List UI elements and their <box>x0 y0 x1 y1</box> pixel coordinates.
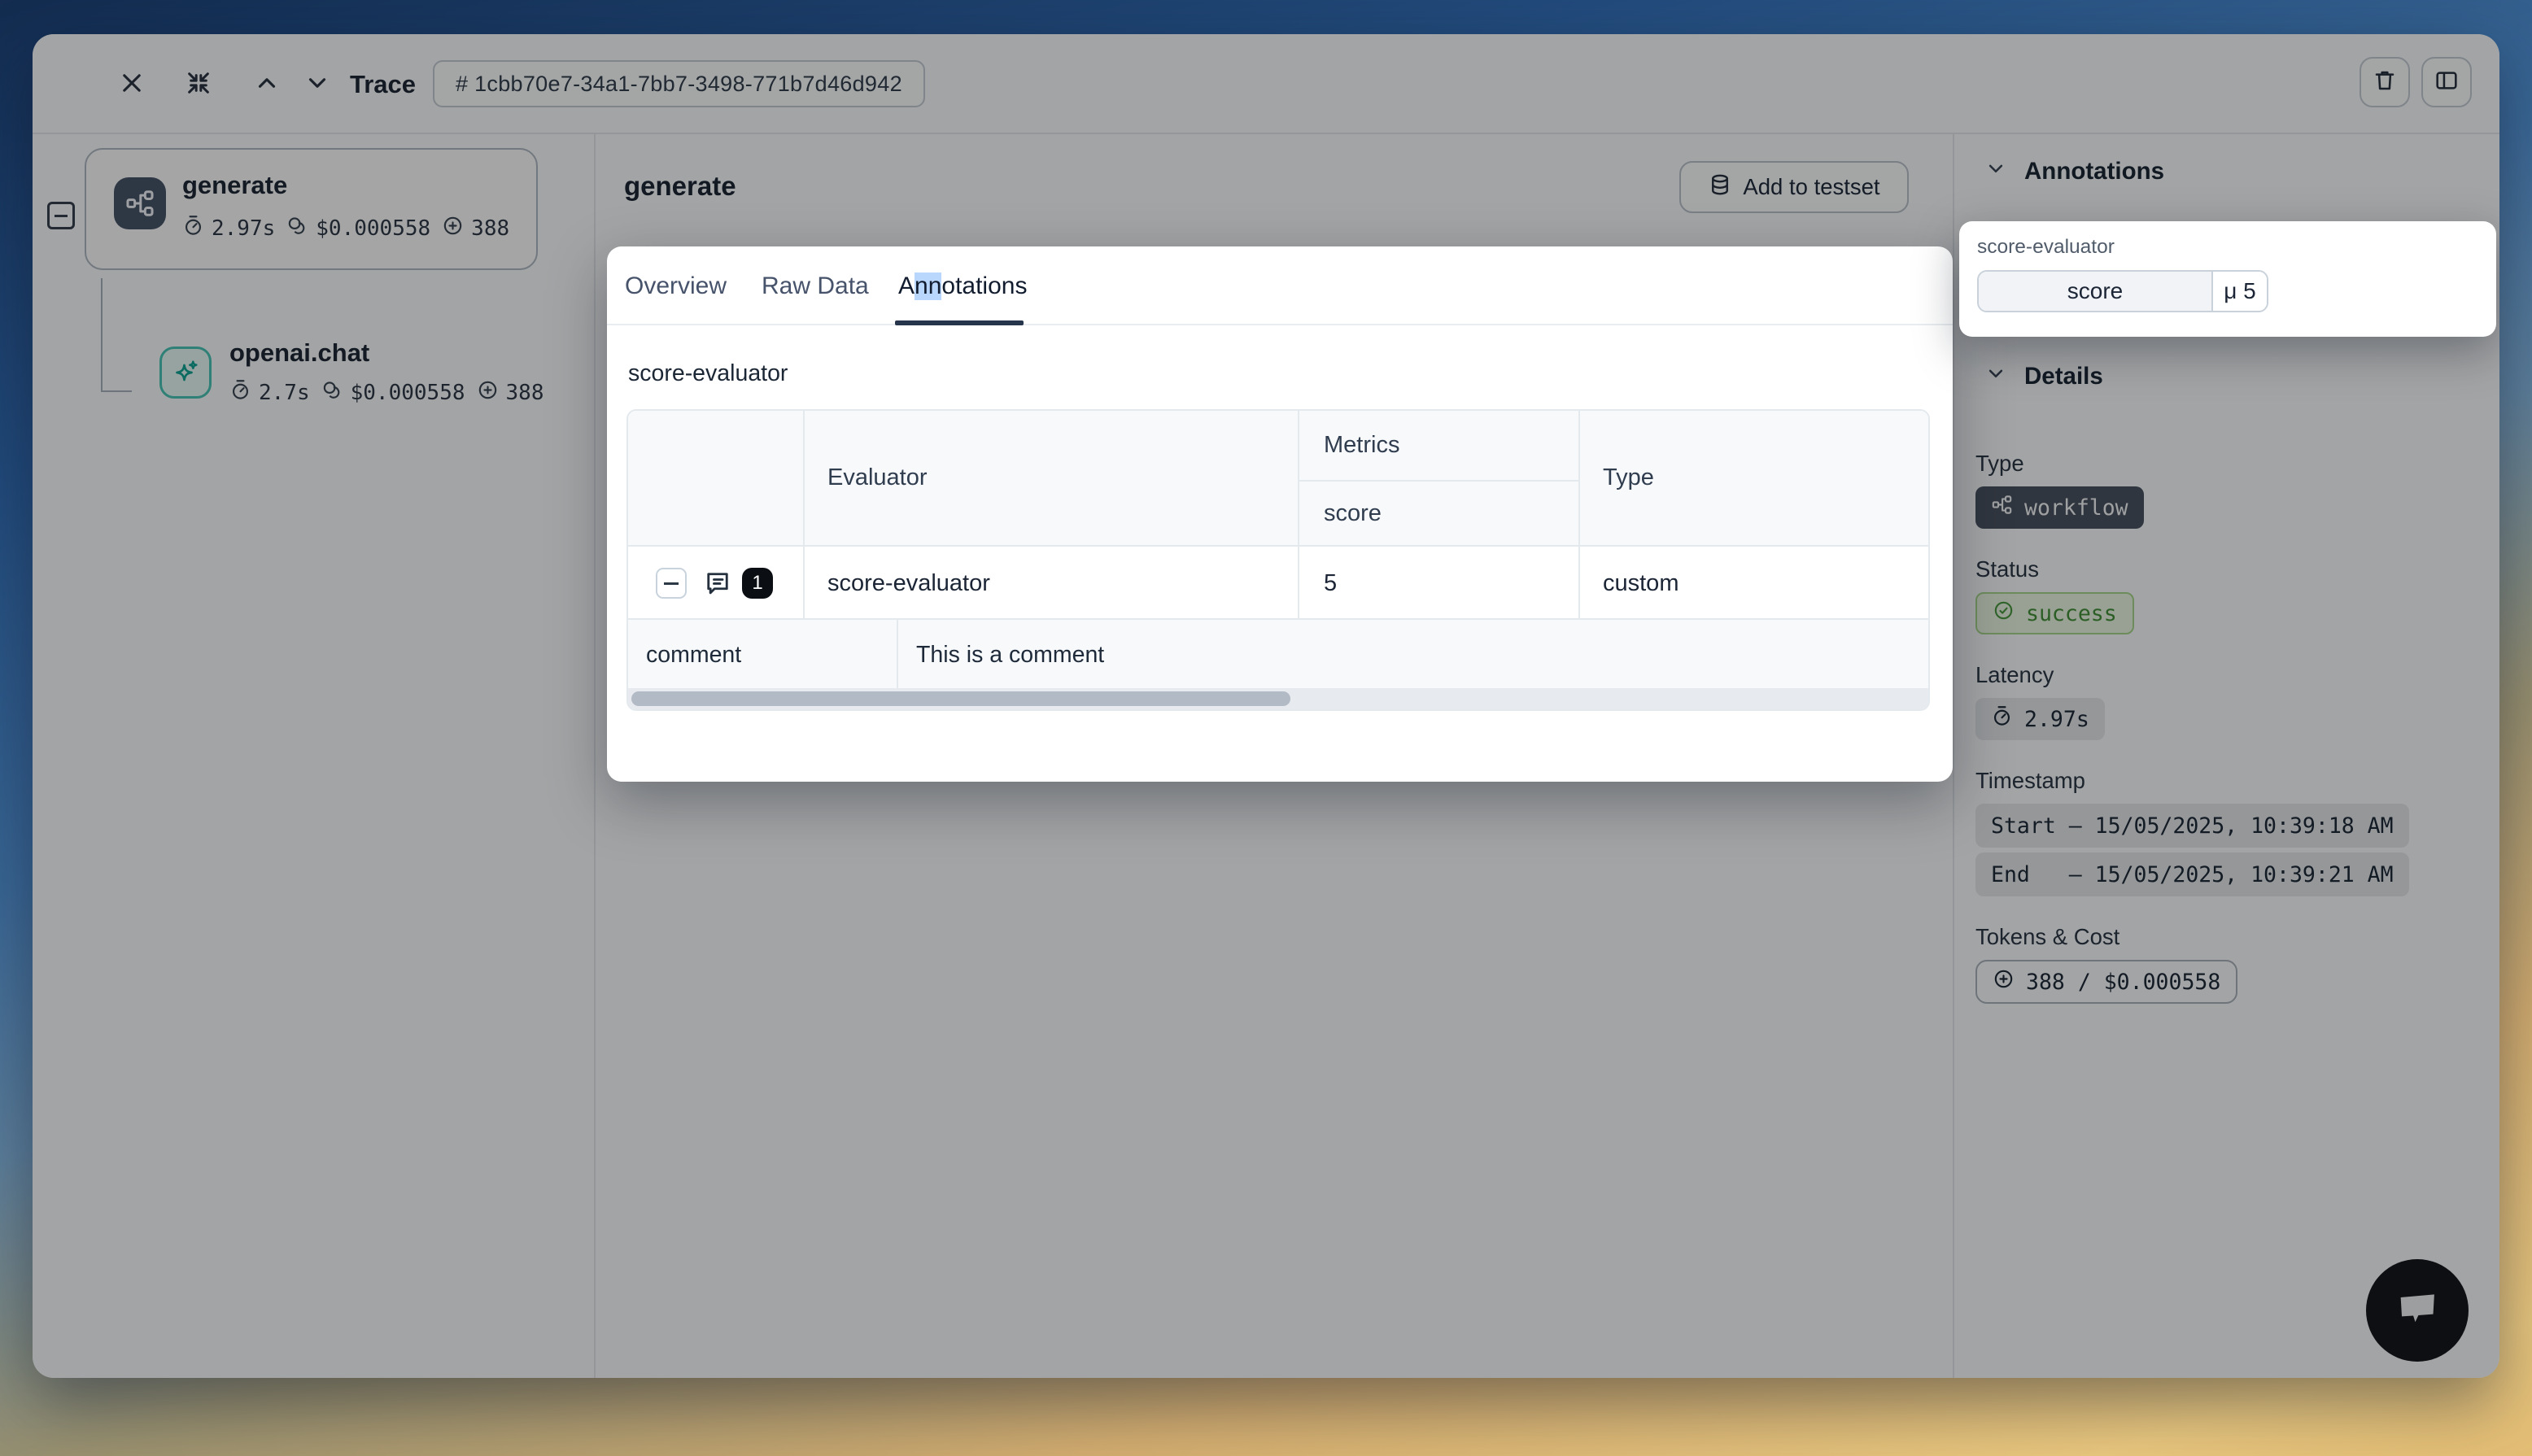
column-header-evaluator: Evaluator <box>827 411 928 545</box>
table-row[interactable]: 1 score-evaluator 5 custom <box>628 545 1928 618</box>
span-detail-card: Overview Raw Data Annotations score-eval… <box>607 246 1953 782</box>
tab-raw-data[interactable]: Raw Data <box>762 246 869 325</box>
comment-value: This is a comment <box>916 620 1104 690</box>
table-header: Evaluator Metrics score Type <box>628 411 1928 545</box>
minus-icon <box>664 582 679 585</box>
column-header-metrics: Metrics <box>1324 411 1399 480</box>
active-tab-underline <box>895 320 1024 325</box>
column-subheader-score: score <box>1324 482 1382 545</box>
column-header-type: Type <box>1603 411 1654 545</box>
cell-type: custom <box>1603 547 1679 620</box>
comment-row: comment This is a comment <box>628 618 1928 688</box>
popup-evaluator-label: score-evaluator <box>1977 236 2115 259</box>
comment-key: comment <box>646 620 741 690</box>
row-collapse-checkbox[interactable] <box>656 568 687 599</box>
trace-modal: Trace # 1cbb70e7-34a1-7bb7-3498-771b7d46… <box>33 34 2499 1378</box>
score-control[interactable]: score μ 5 <box>1977 270 2268 312</box>
tab-annotations[interactable]: Annotations <box>898 246 1027 325</box>
comment-icon[interactable] <box>703 569 732 604</box>
metric-mean-segment[interactable]: μ 5 <box>2213 272 2267 311</box>
horizontal-scrollbar[interactable] <box>628 688 1928 709</box>
tab-overview[interactable]: Overview <box>625 246 727 325</box>
annotations-table: Evaluator Metrics score Type 1 score-eva… <box>626 409 1930 711</box>
tab-bar: Overview Raw Data Annotations <box>607 246 1953 325</box>
evaluator-section-title: score-evaluator <box>628 360 788 387</box>
metric-name-segment[interactable]: score <box>1979 272 2213 311</box>
cell-evaluator: score-evaluator <box>827 547 990 620</box>
text-selection: nn <box>915 272 941 300</box>
cell-score: 5 <box>1324 547 1337 620</box>
comment-count-badge: 1 <box>742 568 773 599</box>
annotation-editor-popup: score-evaluator score μ 5 <box>1959 221 2496 337</box>
scrollbar-thumb[interactable] <box>631 691 1290 706</box>
